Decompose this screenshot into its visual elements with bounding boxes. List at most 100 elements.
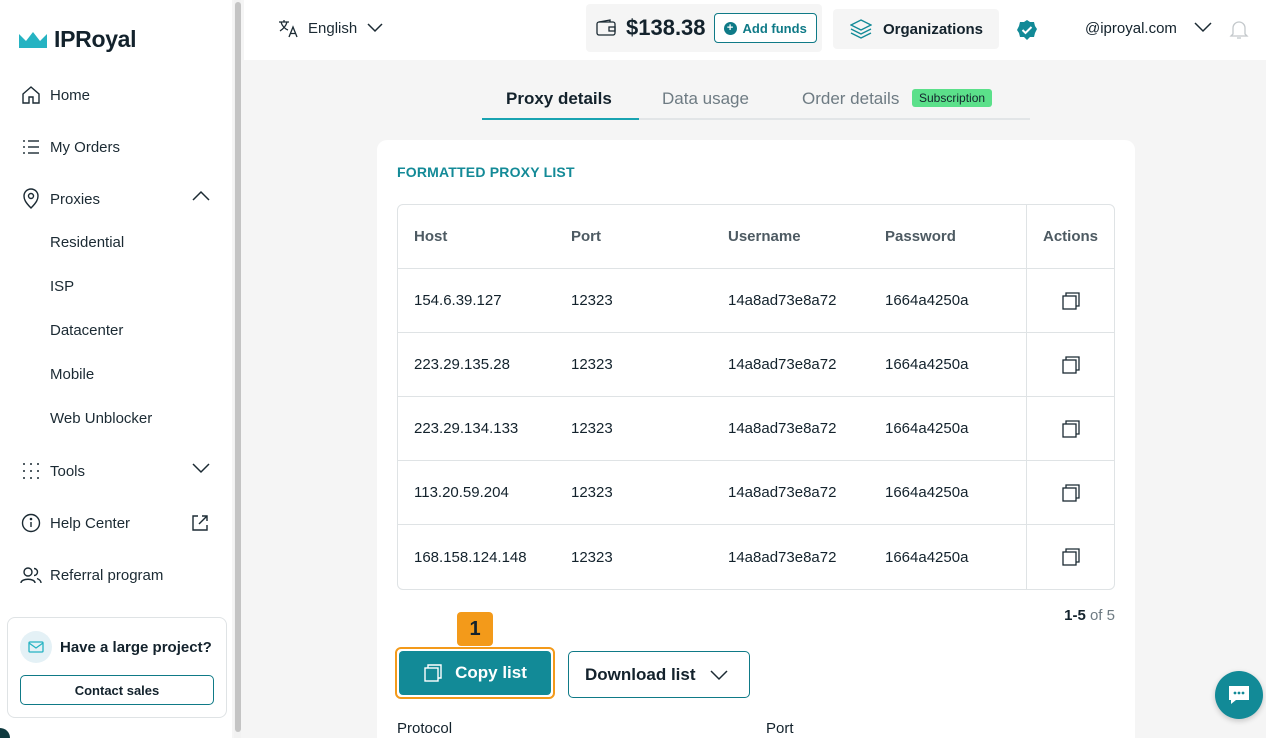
sidebar-item-label: Help Center bbox=[50, 514, 131, 532]
column-header-username: Username bbox=[728, 228, 801, 245]
copy-icon bbox=[1061, 355, 1080, 374]
port-cell: 12323 bbox=[571, 292, 613, 309]
column-header-password: Password bbox=[885, 228, 956, 245]
sidebar-item-label: Tools bbox=[50, 462, 86, 480]
table-header-row: Host Port Username Password Actions bbox=[398, 205, 1114, 269]
organizations-button[interactable]: Organizations bbox=[833, 9, 999, 49]
proxy-list-card: FORMATTED PROXY LIST Host Port Username … bbox=[377, 140, 1135, 738]
sidebar-subitem-residential[interactable]: Residential bbox=[50, 234, 124, 251]
download-list-dropdown[interactable]: Download list bbox=[568, 651, 750, 698]
username-cell: 14a8ad73e8a72 bbox=[728, 356, 837, 373]
step-marker: 1 bbox=[457, 612, 493, 646]
chat-widget-button[interactable] bbox=[1215, 671, 1263, 719]
pagination-total: of 5 bbox=[1089, 607, 1115, 624]
sidebar-subitem-web-unblocker[interactable]: Web Unblocker bbox=[50, 410, 152, 427]
port-cell: 12323 bbox=[571, 548, 613, 566]
active-tab-indicator bbox=[482, 118, 639, 120]
external-link-icon bbox=[190, 513, 210, 537]
copy-icon bbox=[1061, 291, 1080, 310]
table-row: 168.158.124.148 12323 14a8ad73e8a72 1664… bbox=[398, 525, 1114, 589]
sidebar-item-label: Proxies bbox=[50, 190, 101, 208]
table-row: 223.29.135.28 12323 14a8ad73e8a72 1664a4… bbox=[398, 333, 1114, 397]
language-label: English bbox=[308, 19, 358, 37]
logo[interactable]: IPRoyal bbox=[18, 26, 137, 53]
chevron-up-icon bbox=[192, 189, 210, 206]
chevron-down-icon bbox=[367, 23, 383, 33]
sidebar-item-label: Referral program bbox=[50, 566, 164, 584]
account-email[interactable]: @iproyal.com bbox=[1085, 20, 1177, 37]
wallet-icon bbox=[596, 19, 616, 36]
sidebar-item-help-center[interactable]: Help Center bbox=[20, 511, 210, 535]
copy-row-button[interactable] bbox=[1026, 269, 1114, 332]
copy-list-button[interactable]: Copy list bbox=[399, 651, 551, 695]
mail-icon bbox=[20, 631, 52, 663]
promo-card: Have a large project? Contact sales bbox=[7, 617, 227, 718]
password-cell: 1664a4250a bbox=[885, 420, 969, 437]
pagination-info: 1-5 of 5 bbox=[1064, 607, 1115, 624]
add-funds-button[interactable]: + Add funds bbox=[713, 13, 817, 43]
verified-badge-icon bbox=[1016, 19, 1038, 46]
sidebar-item-proxies[interactable]: Proxies bbox=[20, 187, 210, 211]
balance-amount: $138.38 bbox=[626, 15, 706, 40]
copy-row-button[interactable] bbox=[1026, 525, 1114, 589]
sidebar-scrollbar[interactable] bbox=[234, 0, 241, 738]
chevron-down-icon[interactable] bbox=[1194, 20, 1212, 38]
chevron-down-icon bbox=[709, 669, 728, 680]
sidebar-subitem-isp[interactable]: ISP bbox=[50, 278, 74, 295]
download-list-label: Download list bbox=[585, 664, 696, 684]
copy-list-label: Copy list bbox=[455, 663, 527, 682]
host-cell: 154.6.39.127 bbox=[414, 292, 502, 309]
host-cell: 113.20.59.204 bbox=[414, 484, 509, 501]
location-pin-icon bbox=[20, 188, 42, 210]
bell-icon[interactable] bbox=[1228, 18, 1250, 45]
username-cell: 14a8ad73e8a72 bbox=[728, 484, 837, 501]
sidebar-item-referral-program[interactable]: Referral program bbox=[20, 563, 210, 587]
logo-text: IPRoyal bbox=[54, 26, 137, 52]
sidebar-item-tools[interactable]: Tools bbox=[20, 459, 210, 483]
port-label: Port bbox=[766, 720, 794, 737]
detail-tabs: Proxy details Data usage Order details S… bbox=[482, 84, 1030, 120]
scrollbar-thumb[interactable] bbox=[235, 2, 241, 732]
plus-icon: + bbox=[723, 21, 737, 35]
copy-row-button[interactable] bbox=[1026, 461, 1114, 524]
balance-box: $138.38 + Add funds bbox=[586, 4, 822, 52]
subscription-badge: Subscription bbox=[912, 89, 993, 107]
sidebar: IPRoyal Home My Orders Proxies Residenti… bbox=[0, 0, 232, 738]
port-cell: 12323 bbox=[571, 356, 613, 373]
password-cell: 1664a4250a bbox=[885, 356, 969, 373]
column-header-actions: Actions bbox=[1026, 205, 1114, 268]
sidebar-item-my-orders[interactable]: My Orders bbox=[20, 135, 210, 159]
port-cell: 12323 bbox=[571, 420, 613, 437]
list-icon bbox=[20, 136, 42, 158]
home-icon bbox=[20, 84, 42, 106]
grid-dots-icon bbox=[20, 460, 42, 482]
sidebar-item-home[interactable]: Home bbox=[20, 83, 210, 107]
tab-order-details[interactable]: Order details bbox=[802, 89, 899, 109]
top-bar: English $138.38 + Add funds Organization… bbox=[244, 0, 1266, 60]
language-selector[interactable]: English bbox=[278, 18, 383, 38]
translate-icon bbox=[279, 20, 298, 38]
column-header-port: Port bbox=[571, 228, 601, 245]
layers-icon bbox=[850, 19, 872, 39]
username-cell: 14a8ad73e8a72 bbox=[728, 420, 837, 437]
proxy-table: Host Port Username Password Actions 154.… bbox=[397, 204, 1115, 590]
username-cell: 14a8ad73e8a72 bbox=[728, 548, 837, 566]
sidebar-item-label: Home bbox=[50, 86, 91, 104]
copy-row-button[interactable] bbox=[1026, 333, 1114, 396]
copy-row-button[interactable] bbox=[1026, 397, 1114, 460]
copy-list-highlight: Copy list bbox=[395, 647, 555, 699]
password-cell: 1664a4250a bbox=[885, 548, 969, 566]
chevron-down-icon bbox=[192, 461, 210, 478]
tab-data-usage[interactable]: Data usage bbox=[662, 89, 749, 109]
users-icon bbox=[20, 564, 42, 586]
card-title: FORMATTED PROXY LIST bbox=[397, 164, 575, 180]
sidebar-subitem-datacenter[interactable]: Datacenter bbox=[50, 322, 123, 339]
copy-icon bbox=[1061, 483, 1080, 502]
copy-icon bbox=[424, 664, 442, 682]
host-cell: 223.29.134.133 bbox=[414, 420, 519, 437]
sidebar-subitem-mobile[interactable]: Mobile bbox=[50, 366, 94, 383]
add-funds-label: Add funds bbox=[742, 20, 807, 36]
tab-proxy-details[interactable]: Proxy details bbox=[506, 89, 612, 109]
info-icon bbox=[20, 512, 42, 534]
contact-sales-button[interactable]: Contact sales bbox=[20, 675, 214, 705]
